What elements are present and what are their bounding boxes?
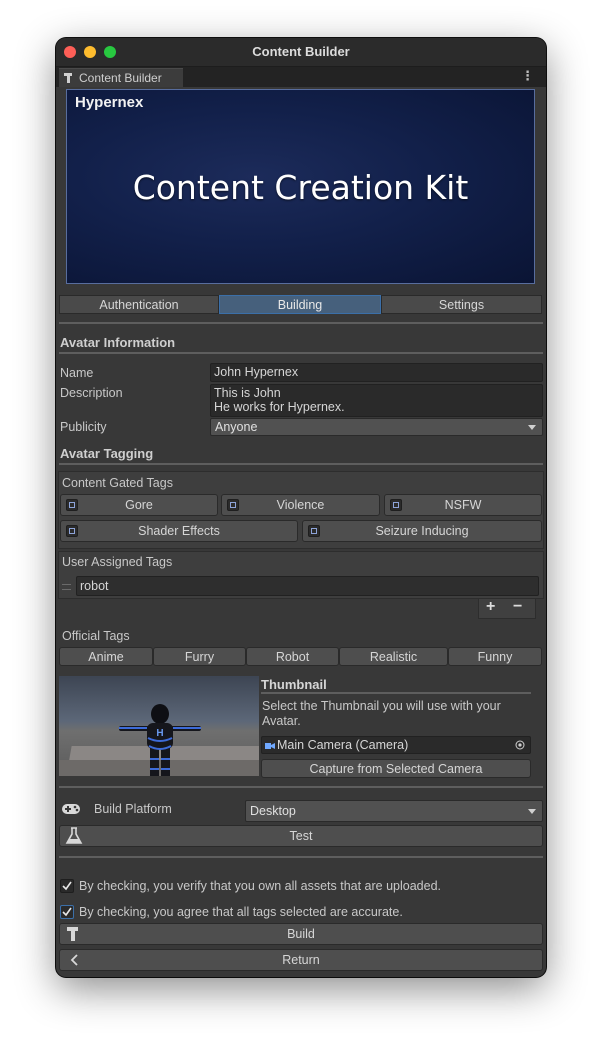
camera-icon (265, 743, 275, 749)
official-tag-funny[interactable]: Funny (448, 647, 542, 666)
add-tag-button[interactable]: + (486, 598, 495, 616)
checkbox-icon (227, 499, 239, 511)
window-title: Content Builder (252, 44, 350, 59)
tab-authentication[interactable]: Authentication (59, 295, 219, 314)
tab-building[interactable]: Building (219, 295, 381, 314)
tag-label: NSFW (444, 498, 482, 512)
tag-seizure-inducing-toggle[interactable]: Seizure Inducing (302, 520, 542, 542)
chevron-left-icon (70, 954, 78, 966)
official-tag-robot[interactable]: Robot (246, 647, 339, 666)
name-field[interactable]: John Hypernex (210, 363, 543, 382)
reorder-handle[interactable] (62, 584, 71, 590)
agree-assets-label: By checking, you verify that you own all… (79, 879, 442, 893)
agree-tags-label: By checking, you agree that all tags sel… (79, 905, 403, 919)
chevron-down-icon (528, 425, 536, 430)
tag-violence-toggle[interactable]: Violence (221, 494, 380, 516)
remove-tag-button[interactable]: − (513, 598, 522, 616)
tag-label: Violence (276, 498, 325, 512)
official-tag-realistic[interactable]: Realistic (339, 647, 448, 666)
user-tag-field[interactable]: robot (76, 576, 539, 596)
agree-tags-checkbox[interactable] (60, 905, 74, 919)
checkbox-icon (66, 525, 78, 537)
build-platform-label: Build Platform (94, 802, 172, 816)
tab-menu-button[interactable]: ⋮ (521, 68, 534, 84)
avatar-figure: H (119, 704, 201, 776)
tag-gore-toggle[interactable]: Gore (60, 494, 218, 516)
divider (59, 856, 543, 858)
test-button[interactable]: Test (59, 825, 543, 847)
thumbnail-preview: H (59, 676, 259, 776)
tag-label: Shader Effects (138, 524, 220, 538)
tab-settings[interactable]: Settings (381, 295, 542, 314)
gamepad-icon (62, 804, 80, 814)
divider (59, 322, 543, 324)
tag-label: Seizure Inducing (375, 524, 469, 538)
name-label: Name (60, 366, 94, 380)
build-label: Build (287, 927, 315, 941)
divider (59, 463, 543, 465)
capture-camera-button[interactable]: Capture from Selected Camera (261, 759, 531, 778)
publicity-value: Anyone (215, 420, 258, 434)
title-bar: Content Builder (56, 38, 546, 67)
build-button[interactable]: Build (59, 923, 543, 945)
checkbox-icon (308, 525, 320, 537)
description-label: Description (60, 386, 123, 400)
thumbnail-title: Thumbnail (261, 677, 327, 692)
divider (59, 786, 543, 788)
return-button[interactable]: Return (59, 949, 543, 971)
tag-label: Gore (125, 498, 153, 512)
avatar-information-title: Avatar Information (60, 335, 176, 350)
return-label: Return (282, 953, 320, 967)
official-tags-title: Official Tags (62, 629, 130, 643)
tag-shader-effects-toggle[interactable]: Shader Effects (60, 520, 298, 542)
test-label: Test (289, 829, 313, 843)
thumbnail-description: Select the Thumbnail you will use with y… (262, 699, 532, 729)
official-tag-furry[interactable]: Furry (153, 647, 246, 666)
agree-assets-checkbox[interactable] (60, 879, 74, 893)
hypernex-banner: Hypernex Content Creation Kit (66, 89, 535, 284)
svg-text:H: H (156, 728, 163, 739)
description-line: He works for Hypernex. (214, 400, 345, 414)
hammer-icon (67, 927, 78, 941)
camera-value: Main Camera (Camera) (277, 738, 409, 752)
content-gated-tags-title: Content Gated Tags (62, 476, 173, 490)
official-tag-anime[interactable]: Anime (59, 647, 153, 666)
content-builder-window: Content Builder Content Builder ⋮ Hypern… (56, 38, 546, 977)
description-line: This is John (214, 386, 281, 400)
tab-label: Content Builder (79, 71, 162, 85)
thumbnail-description-line: Avatar. (262, 714, 301, 728)
publicity-label: Publicity (60, 420, 107, 434)
divider (261, 692, 531, 694)
checkmark-icon (62, 881, 72, 891)
description-field[interactable]: This is John He works for Hypernex. (210, 384, 543, 417)
avatar-tagging-title: Avatar Tagging (60, 446, 154, 461)
user-assigned-tags-title: User Assigned Tags (62, 555, 173, 569)
publicity-dropdown[interactable]: Anyone (210, 418, 543, 436)
object-picker-icon[interactable] (515, 740, 525, 750)
checkbox-icon (66, 499, 78, 511)
banner-headline: Content Creation Kit (132, 168, 469, 207)
camera-object-field[interactable]: Main Camera (Camera) (261, 736, 531, 754)
flask-icon (65, 827, 83, 844)
tab-content-builder[interactable]: Content Builder (59, 68, 183, 87)
divider (59, 352, 543, 354)
tag-nsfw-toggle[interactable]: NSFW (384, 494, 542, 516)
thumbnail-description-line: Select the Thumbnail you will use with y… (262, 699, 501, 713)
build-platform-dropdown[interactable]: Desktop (245, 800, 543, 822)
banner-brand: Hypernex (75, 94, 144, 111)
checkmark-icon (62, 907, 72, 917)
chevron-down-icon (528, 809, 536, 814)
build-platform-value: Desktop (250, 804, 296, 818)
editor-tab-bar: Content Builder ⋮ (56, 67, 546, 87)
hammer-icon (64, 73, 72, 83)
checkbox-icon (390, 499, 402, 511)
